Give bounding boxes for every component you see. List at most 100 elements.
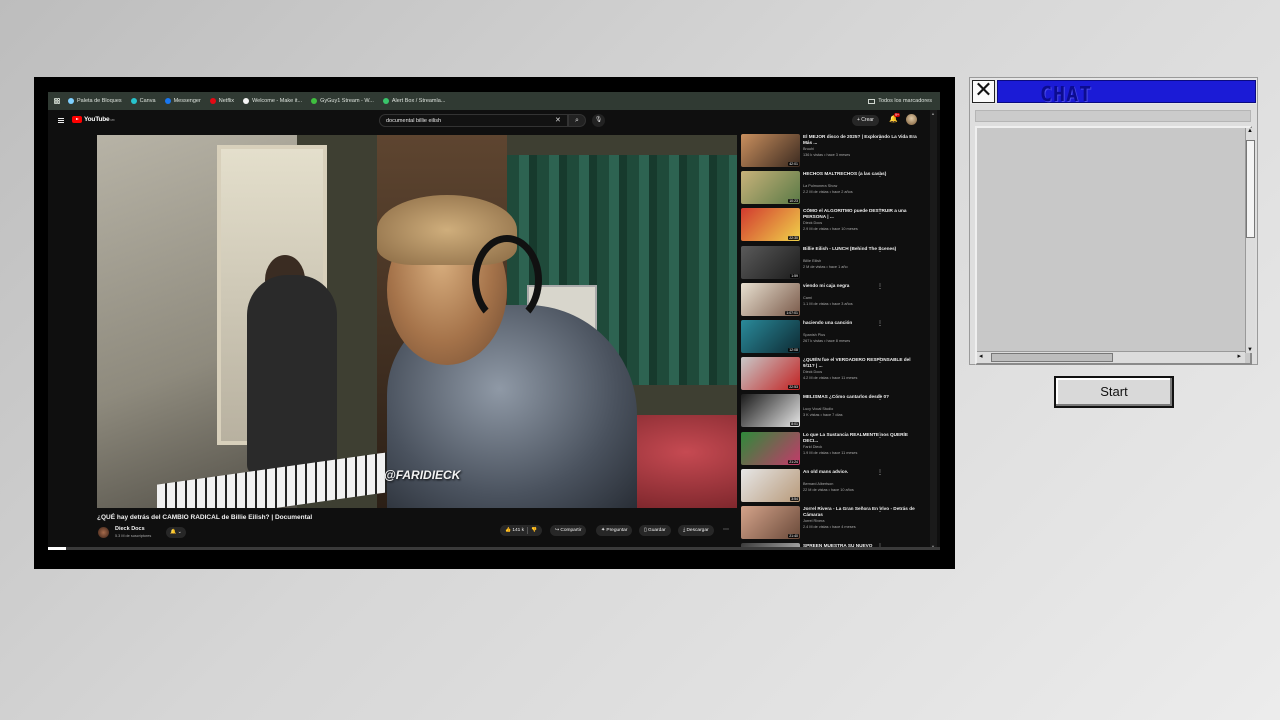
bookmark-item[interactable]: Paleta de Bloques bbox=[68, 98, 122, 104]
recommended-video[interactable]: 22:53 ¿QUIÉN fue el VERDADERO RESPONSABLE… bbox=[741, 357, 931, 392]
more-options-icon[interactable]: ⋮ bbox=[877, 320, 883, 327]
chat-title: CHAT bbox=[1040, 82, 1093, 106]
bookmark-item[interactable]: GyGuy1 Stream - W... bbox=[311, 98, 374, 104]
more-options-icon[interactable]: ⋮ bbox=[877, 394, 883, 401]
bookmark-item[interactable]: Canva bbox=[130, 98, 156, 104]
video-duration: 42:01 bbox=[788, 162, 799, 166]
search-button[interactable]: ⌕ bbox=[568, 114, 586, 127]
chat-vertical-scrollbar[interactable]: ▲ ▼ bbox=[1245, 128, 1255, 353]
recommended-channel: Bernard Albertson bbox=[803, 481, 834, 486]
save-button[interactable]: ▯ Guardar bbox=[639, 525, 671, 536]
video-thumbnail[interactable]: 12:08 bbox=[741, 320, 800, 353]
subscriber-count: 5.3 M de suscriptores bbox=[115, 534, 152, 538]
recommended-channel: Billie Eilish bbox=[803, 258, 822, 263]
more-options-icon[interactable]: ⋮ bbox=[877, 506, 883, 513]
menu-icon[interactable] bbox=[58, 118, 64, 123]
chat-horizontal-scroll-thumb[interactable] bbox=[991, 353, 1113, 362]
recommended-video[interactable]: 1:07:01 viendo mi caja negra Cami 1.1 M de … bbox=[741, 282, 931, 318]
more-actions-icon[interactable]: ⋯ bbox=[723, 525, 729, 536]
all-bookmarks[interactable]: Todos los marcadores bbox=[868, 98, 932, 104]
recommended-meta: 22 M de vistas • hace 10 años bbox=[803, 487, 854, 492]
video-thumbnail[interactable]: 1:07:01 bbox=[741, 282, 800, 316]
video-thumbnail[interactable]: 3:54 bbox=[741, 468, 800, 502]
ask-label: Preguntar bbox=[606, 528, 628, 533]
video-thumbnail[interactable]: 1:59 bbox=[741, 245, 800, 279]
search-icon: ⌕ bbox=[575, 117, 579, 124]
scroll-left-arrow-icon[interactable]: ◂ bbox=[979, 352, 983, 360]
channel-avatar[interactable] bbox=[98, 527, 109, 538]
video-thumbnail[interactable]: 22:30 bbox=[741, 208, 800, 242]
apps-grid-icon[interactable] bbox=[54, 98, 60, 104]
recommended-video[interactable]: 12:08 haciendo una canción Spanish Plus 267… bbox=[741, 320, 931, 355]
dislike-button[interactable]: 👎 bbox=[531, 525, 537, 536]
youtube-logo[interactable]: YouTube MX bbox=[72, 116, 115, 123]
video-title: ¿QUÉ hay detrás del CAMBIO RADICAL de Bi… bbox=[97, 514, 313, 521]
more-options-icon[interactable]: ⋮ bbox=[877, 208, 883, 215]
more-options-icon[interactable]: ⋮ bbox=[877, 469, 883, 476]
scroll-up-arrow-icon[interactable]: ▲ bbox=[1247, 128, 1253, 134]
video-thumbnail[interactable]: 8:01 bbox=[741, 394, 800, 428]
more-options-icon[interactable]: ⋮ bbox=[877, 134, 883, 141]
recommended-meta: 2.9 M de vistas • hace 10 meses bbox=[803, 227, 858, 232]
share-icon: ↪ bbox=[555, 528, 560, 533]
recommended-channel: Lucy Vocal Studio bbox=[803, 407, 834, 412]
create-button[interactable]: + Crear bbox=[852, 115, 879, 126]
chat-message-area[interactable]: ▲ ▼ ◂ ▸ bbox=[975, 126, 1255, 365]
ask-button[interactable]: ✦ Preguntar bbox=[596, 525, 633, 536]
video-thumbnail[interactable]: 21:40 bbox=[741, 506, 800, 539]
chat-vertical-scroll-thumb[interactable] bbox=[1246, 140, 1255, 238]
clear-search-icon[interactable]: ✕ bbox=[555, 114, 561, 127]
video-thumbnail[interactable]: 21:24 bbox=[741, 431, 800, 465]
recommended-video[interactable]: 10:23 HECHOS MALTRECHOS (a las casas) La P… bbox=[741, 171, 931, 206]
like-button[interactable]: 👍 141 k bbox=[505, 528, 524, 533]
more-options-icon[interactable]: ⋮ bbox=[877, 357, 883, 364]
video-progress-bar[interactable] bbox=[48, 547, 940, 550]
download-button[interactable]: ⤓ Descargar bbox=[678, 525, 714, 536]
more-options-icon[interactable]: ⋮ bbox=[877, 171, 883, 178]
bookmark-item[interactable]: Netflix bbox=[209, 98, 234, 104]
recommended-video[interactable]: 42:01 El MEJOR disco de 2025? | Explorand… bbox=[741, 134, 931, 169]
page-scrollbar[interactable] bbox=[930, 110, 937, 550]
search-input[interactable] bbox=[379, 114, 568, 127]
recommended-meta: 267 k vistas • hace 8 meses bbox=[803, 339, 851, 343]
folder-icon bbox=[868, 98, 876, 104]
recommended-video[interactable]: 3:54 An old mans advice. Bernard Albertson… bbox=[741, 468, 931, 504]
video-duration: 1:59 bbox=[790, 273, 799, 278]
recommended-meta: 3 K vistas • hace 7 días bbox=[803, 413, 843, 418]
recommended-channel: Dieck Docs bbox=[803, 221, 823, 226]
bookmark-item[interactable]: Alert Box / Streamla... bbox=[382, 98, 446, 104]
more-options-icon[interactable]: ⋮ bbox=[877, 432, 883, 439]
more-options-icon[interactable]: ⋮ bbox=[877, 283, 883, 290]
more-options-icon[interactable]: ⋮ bbox=[877, 246, 883, 253]
bookmark-list: Paleta de Bloques Canva Messenger Netflix We… bbox=[68, 98, 454, 104]
bookmark-label: Alert Box / Streamla... bbox=[391, 98, 446, 104]
video-duration: 22:53 bbox=[788, 385, 799, 390]
recommended-video[interactable]: 1:59 Billie Eilish - LUNCH (Behind The Sc… bbox=[741, 245, 931, 281]
recommended-video[interactable]: 21:24 Lo que La Sustancia REALMENTE nos Q… bbox=[741, 431, 931, 467]
start-button[interactable]: Start bbox=[1054, 376, 1174, 408]
video-thumbnail[interactable]: 42:01 bbox=[741, 134, 800, 167]
close-icon[interactable]: ✕ bbox=[972, 80, 995, 103]
share-button[interactable]: ↪ Compartir bbox=[550, 525, 587, 536]
recommended-video[interactable]: 8:01 MELISMAS ¿Cómo cantarlos desde 0? Luc… bbox=[741, 394, 931, 429]
account-avatar[interactable] bbox=[906, 114, 917, 125]
chat-title-bar-fill: CHAT bbox=[997, 80, 1256, 106]
scroll-right-arrow-icon[interactable]: ▸ bbox=[1237, 352, 1241, 360]
subscribed-bell-button[interactable]: 🔔 ⌄ bbox=[166, 527, 186, 538]
chat-titlebar[interactable]: ✕ CHAT bbox=[970, 78, 1257, 106]
bookmark-item[interactable]: Welcome - Make it... bbox=[243, 98, 302, 104]
video-player[interactable]: @FARIDIECK bbox=[97, 135, 737, 508]
chat-horizontal-scrollbar[interactable]: ◂ ▸ bbox=[977, 351, 1245, 363]
scroll-down-arrow-icon[interactable]: ▼ bbox=[1247, 347, 1253, 353]
video-thumbnail[interactable]: 10:23 bbox=[741, 171, 800, 205]
recommended-channel: Spanish Plus bbox=[803, 333, 826, 337]
recommended-channel: Cami bbox=[803, 295, 812, 300]
recommended-video[interactable]: 21:40 Jorrel Rivera - La Gran Señora En V… bbox=[741, 506, 931, 541]
recommended-video[interactable]: 22:30 CÓMO el ALGORITMO puede DESTRUIR a … bbox=[741, 208, 931, 243]
channel-name[interactable]: Dieck Docs bbox=[115, 526, 145, 532]
voice-search-icon[interactable]: 🎙 bbox=[592, 114, 605, 127]
recommended-title: ¿QUIÉN fue el VERDADERO RESPONSABLE del … bbox=[803, 357, 911, 369]
recommended-channel: Dieck Docs bbox=[803, 370, 823, 375]
video-thumbnail[interactable]: 22:53 bbox=[741, 357, 800, 391]
bookmark-item[interactable]: Messenger bbox=[164, 98, 201, 104]
